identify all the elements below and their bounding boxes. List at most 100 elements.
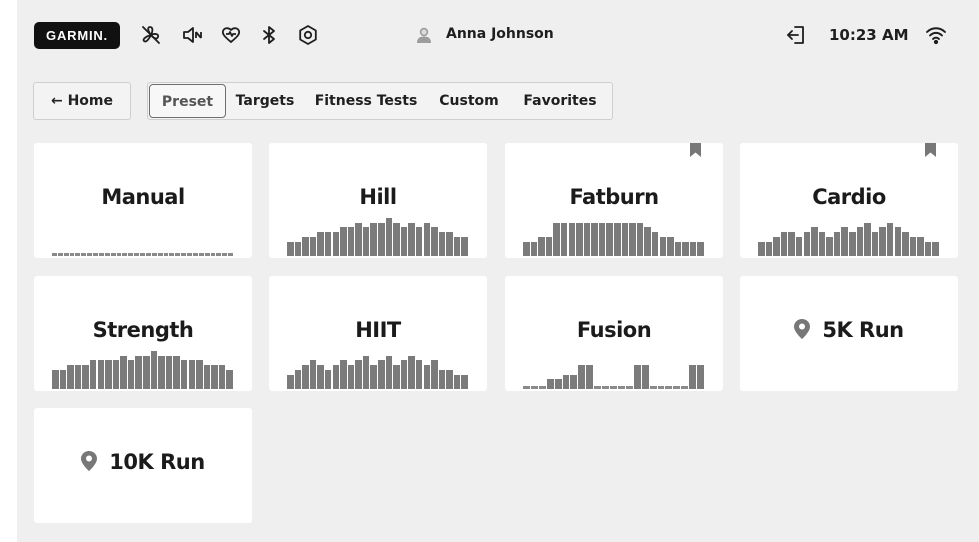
intensity-bar [553, 223, 560, 256]
intensity-bar [586, 365, 594, 389]
intensity-bar [93, 253, 98, 256]
intensity-bar [52, 253, 57, 256]
intensity-bar [104, 253, 110, 256]
workout-title: Cardio [812, 185, 886, 209]
intensity-bar [287, 242, 294, 256]
intensity-bar [198, 253, 204, 256]
intensity-bar [385, 356, 393, 389]
intensity-bar [97, 360, 105, 389]
settings-icon[interactable] [297, 24, 319, 46]
tab-targets[interactable]: Targets [228, 83, 302, 119]
workout-card-10k-run[interactable]: 10K Run [34, 408, 252, 523]
intensity-bar [110, 253, 116, 256]
workout-card-fatburn[interactable]: Fatburn [505, 143, 723, 258]
intensity-bar [765, 242, 773, 256]
intensity-bar [641, 365, 649, 389]
no-fan-icon[interactable] [140, 24, 162, 46]
intensity-bar [355, 223, 362, 256]
intensity-bar [614, 223, 621, 256]
bookmark-icon[interactable] [925, 143, 936, 157]
intensity-bar [67, 365, 74, 389]
intensity-bar [538, 386, 546, 389]
intensity-bar [173, 356, 180, 389]
bluetooth-icon[interactable] [258, 24, 280, 46]
brand-logo: GARMIN. [34, 22, 120, 49]
intensity-bar [165, 356, 173, 389]
intensity-bar [143, 356, 150, 389]
intensity-bar [681, 386, 689, 389]
intensity-bar [393, 223, 400, 256]
intensity-bar [415, 227, 423, 256]
tab-preset[interactable]: Preset [149, 84, 226, 118]
intensity-bar [81, 253, 87, 256]
intensity-bar [689, 242, 697, 256]
tab-favorites[interactable]: Favorites [518, 83, 602, 119]
workout-card-cardio[interactable]: Cardio [740, 143, 958, 258]
workout-card-strength[interactable]: Strength [34, 276, 252, 391]
tab-fitness-tests[interactable]: Fitness Tests [312, 83, 420, 119]
intensity-bar [886, 223, 894, 256]
workout-card-hiit[interactable]: HIIT [269, 276, 487, 391]
status-bar: GARMIN. Anna Johnson 10:23 AM [17, 0, 979, 70]
logout-icon[interactable] [785, 24, 807, 46]
intensity-bar [849, 232, 856, 256]
intensity-profile [52, 216, 234, 256]
bookmark-icon[interactable] [690, 143, 701, 157]
intensity-bar [610, 386, 617, 389]
heart-rate-icon[interactable] [220, 24, 242, 46]
workout-card-fusion[interactable]: Fusion [505, 276, 723, 391]
intensity-bar [355, 360, 362, 389]
intensity-bar [150, 351, 158, 389]
intensity-bar [629, 223, 636, 256]
intensity-bar [226, 370, 233, 389]
intensity-bar [554, 379, 562, 389]
intensity-bar [446, 370, 453, 389]
intensity-bar [181, 253, 187, 256]
intensity-bar [568, 223, 576, 256]
user-name[interactable]: Anna Johnson [446, 26, 554, 42]
intensity-bar [128, 253, 134, 256]
intensity-bar [157, 253, 163, 256]
intensity-bar [818, 232, 826, 256]
intensity-bar [63, 253, 69, 256]
intensity-bar [75, 253, 81, 256]
intensity-bar [924, 242, 932, 256]
intensity-bar [222, 253, 228, 256]
location-pin-icon [81, 451, 98, 471]
intensity-bar [570, 375, 578, 389]
intensity-bar [122, 253, 128, 256]
clock: 10:23 AM [829, 26, 909, 44]
intensity-bar [400, 227, 408, 256]
intensity-bar [617, 386, 625, 389]
intensity-profile [758, 216, 940, 256]
intensity-bar [423, 223, 431, 256]
volume-icon[interactable] [181, 24, 203, 46]
intensity-bar [192, 253, 198, 256]
intensity-bar [423, 365, 431, 389]
intensity-profile [52, 349, 234, 389]
intensity-bar [370, 223, 377, 256]
intensity-bar [649, 386, 657, 389]
intensity-bar [204, 253, 210, 256]
intensity-bar [196, 360, 203, 389]
intensity-bar [438, 232, 446, 256]
intensity-bar [294, 242, 302, 256]
intensity-bar [57, 253, 63, 256]
workout-title: 5K Run [822, 318, 904, 342]
intensity-bar [400, 360, 408, 389]
intensity-bar [659, 237, 667, 256]
intensity-profile [523, 216, 705, 256]
intensity-bar [461, 237, 468, 256]
intensity-bar [408, 223, 415, 256]
intensity-bar [864, 223, 871, 256]
tab-custom[interactable]: Custom [430, 83, 508, 119]
intensity-bar [82, 365, 89, 389]
workout-card-hill[interactable]: Hill [269, 143, 487, 258]
home-button[interactable]: ← Home [33, 82, 131, 120]
workout-card-5k-run[interactable]: 5K Run [740, 276, 958, 391]
wifi-icon[interactable] [925, 24, 947, 46]
intensity-bar [332, 232, 340, 256]
intensity-bar [803, 232, 811, 256]
workout-card-manual[interactable]: Manual [34, 143, 252, 258]
user-avatar-icon[interactable] [413, 24, 431, 46]
